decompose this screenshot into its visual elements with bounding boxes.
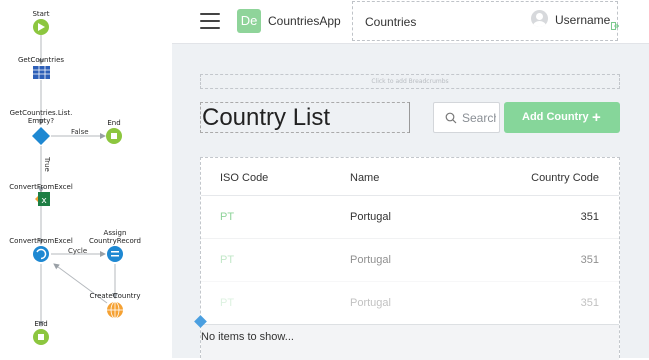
end-top-label: End xyxy=(107,119,121,127)
title-container: Country List xyxy=(200,102,410,133)
main-menu: Countries Username xyxy=(352,1,619,41)
table-row[interactable]: PT Portugal 351 xyxy=(201,281,619,325)
svg-text:x: x xyxy=(41,196,47,206)
cell-country-code: 351 xyxy=(580,211,599,223)
aggregate-icon[interactable] xyxy=(33,66,50,79)
excel-icon[interactable]: x xyxy=(35,192,50,206)
search-input[interactable] xyxy=(462,109,496,127)
cycle-connector-label: Cycle xyxy=(68,247,88,255)
empty-list-message-container: No items to show... xyxy=(201,324,619,360)
end-top-node[interactable] xyxy=(106,128,122,144)
breadcrumbs-placeholder[interactable]: Click to add Breadcrumbs xyxy=(200,74,620,89)
cell-country-code: 351 xyxy=(580,254,599,266)
column-header-name[interactable]: Name xyxy=(350,172,379,184)
flow-connectors: x xyxy=(32,19,123,345)
foreach-icon[interactable] xyxy=(33,246,49,262)
page-title: Country List xyxy=(202,104,331,131)
get-countries-label: GetCountries xyxy=(17,56,65,64)
user-avatar-icon[interactable] xyxy=(531,10,548,27)
cell-iso[interactable]: PT xyxy=(220,254,234,266)
convert-label: ConvertFromExcel xyxy=(9,183,73,191)
menu-item-countries[interactable]: Countries xyxy=(365,15,416,29)
false-connector-label: False xyxy=(71,128,89,136)
flow-canvas: x Start GetCountries GetCountries.List. … xyxy=(0,0,172,358)
start-label: Start xyxy=(32,10,50,18)
add-country-button[interactable]: Add Country + xyxy=(504,102,620,133)
logout-icon[interactable] xyxy=(611,22,619,30)
column-header-iso[interactable]: ISO Code xyxy=(220,172,268,184)
if-diamond-icon[interactable] xyxy=(32,127,50,145)
app-name[interactable]: CountriesApp xyxy=(268,14,341,28)
end-bottom-label: End xyxy=(34,320,48,328)
true-connector-label: True xyxy=(43,157,51,172)
search-icon xyxy=(445,112,457,124)
create-country-label: CreateCountry xyxy=(89,292,141,300)
add-country-label: Add Country xyxy=(522,111,589,123)
app-header: De CountriesApp Countries Username xyxy=(172,0,649,44)
table-row[interactable]: PT Portugal 351 xyxy=(201,238,619,282)
cell-name: Portugal xyxy=(350,211,391,223)
plus-icon: + xyxy=(592,109,601,126)
cell-iso[interactable]: PT xyxy=(220,297,234,309)
cell-iso[interactable]: PT xyxy=(220,211,234,223)
app-preview: De CountriesApp Countries Username Click… xyxy=(172,0,649,360)
foreach-label: ConvertFromExcel xyxy=(9,237,73,245)
end-bottom-node[interactable] xyxy=(33,329,49,345)
menu-toggle-icon[interactable] xyxy=(200,13,220,29)
if-label: GetCountries.List. Empty? xyxy=(9,109,73,125)
table-row[interactable]: PT Portugal 351 xyxy=(201,195,619,239)
cell-name: Portugal xyxy=(350,254,391,266)
app-logo[interactable]: De xyxy=(237,9,261,33)
username-link[interactable]: Username xyxy=(555,13,610,27)
start-node[interactable] xyxy=(33,19,49,35)
assign-label: Assign CountryRecord xyxy=(89,229,141,245)
countries-table: ISO Code Name Country Code PT Portugal 3… xyxy=(200,157,620,360)
column-header-country-code[interactable]: Country Code xyxy=(531,172,599,184)
empty-list-message: No items to show... xyxy=(201,331,294,343)
search-box[interactable] xyxy=(433,102,500,133)
create-entity-icon[interactable] xyxy=(107,301,123,319)
cell-name: Portugal xyxy=(350,297,391,309)
assign-icon[interactable] xyxy=(107,246,123,262)
cell-country-code: 351 xyxy=(580,297,599,309)
title-divider xyxy=(409,102,410,133)
